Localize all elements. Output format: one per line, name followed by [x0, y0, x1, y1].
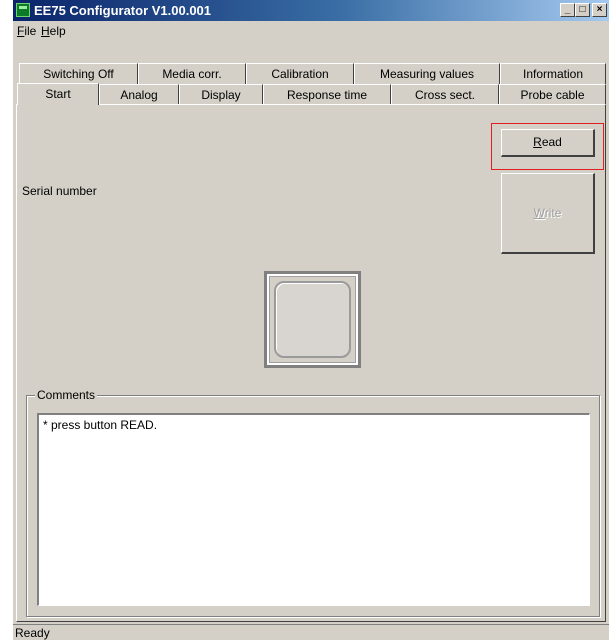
write-mnemonic: W [533, 206, 545, 220]
comments-group: Comments * press button READ. [26, 388, 600, 617]
status-text: Ready [15, 626, 50, 640]
menu-bar: File Help [13, 21, 609, 41]
tab-display[interactable]: Display [179, 84, 263, 105]
write-button[interactable]: Write [501, 173, 595, 254]
window-title: EE75 Configurator V1.00.001 [34, 3, 212, 18]
tab-media-corr[interactable]: Media corr. [138, 63, 246, 84]
maximize-button[interactable]: □ [575, 3, 590, 17]
tab-label: Analog [120, 88, 158, 102]
read-mnemonic: R [533, 135, 542, 149]
tab-information[interactable]: Information [500, 63, 606, 84]
tab-start[interactable]: Start [17, 83, 99, 105]
maximize-icon: □ [579, 4, 586, 15]
tab-label: Display [201, 88, 241, 102]
title-bar[interactable]: EE75 Configurator V1.00.001 _ □ × [13, 0, 609, 21]
tab-response-time[interactable]: Response time [263, 84, 391, 105]
read-label: ead [541, 135, 562, 149]
menu-help[interactable]: Help [41, 24, 66, 38]
close-icon: × [596, 4, 603, 15]
comments-text: * press button READ. [43, 418, 158, 432]
menu-help-mnemonic: H [41, 24, 50, 38]
minimize-icon: _ [564, 4, 571, 15]
tab-label: Probe cable [520, 88, 585, 102]
tab-label: Information [522, 67, 584, 81]
status-bar: Ready [13, 624, 609, 640]
comments-textarea[interactable]: * press button READ. [37, 413, 590, 606]
tab-label: Measuring values [379, 67, 475, 81]
serial-number-label: Serial number [22, 184, 97, 198]
tab-label: Calibration [271, 67, 329, 81]
comments-title: Comments [35, 388, 98, 402]
start-tab-panel: Serial number Read Write Comments * pres… [16, 104, 606, 622]
write-label: rite [544, 206, 562, 220]
minimize-button[interactable]: _ [560, 3, 575, 17]
tab-label: Switching Off [43, 67, 114, 81]
tab-measuring-values[interactable]: Measuring values [354, 63, 500, 84]
tab-label: Response time [286, 88, 368, 102]
tab-switching-off[interactable]: Switching Off [19, 63, 138, 84]
tab-label: Cross sect. [414, 88, 475, 102]
menu-file[interactable]: File [17, 24, 36, 38]
menu-file-label: ile [24, 24, 37, 38]
tab-label: Start [45, 87, 71, 101]
status-indicator [264, 271, 361, 368]
status-indicator-face [274, 281, 351, 358]
tab-cross-sect[interactable]: Cross sect. [391, 84, 499, 105]
menu-help-label: elp [49, 24, 66, 38]
app-window: EE75 Configurator V1.00.001 _ □ × File H… [12, 0, 609, 640]
tab-probe-cable[interactable]: Probe cable [499, 84, 606, 105]
close-button[interactable]: × [592, 3, 607, 17]
read-button[interactable]: Read [501, 129, 595, 157]
tab-label: Media corr. [162, 67, 222, 81]
tab-calibration[interactable]: Calibration [246, 63, 354, 84]
tab-analog[interactable]: Analog [99, 84, 179, 105]
app-icon [16, 3, 30, 17]
